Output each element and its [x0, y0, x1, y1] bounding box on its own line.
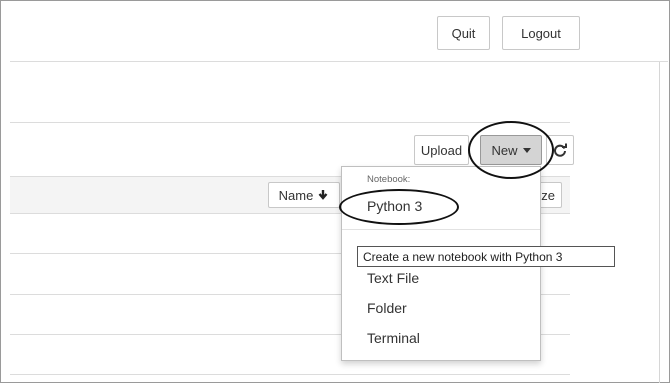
name-column-label: Name — [278, 187, 314, 203]
menu-item-text-file[interactable]: Text File — [367, 270, 419, 286]
menu-divider — [342, 229, 540, 230]
size-column-label: ze — [541, 187, 555, 203]
quit-button[interactable]: Quit — [437, 16, 490, 50]
caret-down-icon — [522, 147, 531, 153]
new-dropdown-button[interactable]: New — [480, 135, 542, 165]
menu-item-folder[interactable]: Folder — [367, 300, 407, 316]
refresh-icon — [554, 143, 567, 157]
python3-tooltip: Create a new notebook with Python 3 — [357, 246, 615, 267]
menu-item-terminal[interactable]: Terminal — [367, 330, 420, 346]
notebook-section-header: Notebook: — [367, 174, 411, 185]
table-row-divider — [10, 374, 570, 375]
toolbar-divider — [10, 122, 570, 123]
logout-button[interactable]: Logout — [502, 16, 580, 50]
arrow-down-icon — [318, 190, 328, 200]
scrollbar[interactable] — [659, 62, 660, 383]
new-button-label: New — [491, 142, 518, 158]
header-divider — [10, 61, 668, 62]
refresh-button[interactable] — [546, 135, 574, 165]
menu-item-python3[interactable]: Python 3 — [367, 198, 422, 214]
sort-by-name-button[interactable]: Name — [268, 182, 340, 208]
upload-button[interactable]: Upload — [414, 135, 469, 165]
